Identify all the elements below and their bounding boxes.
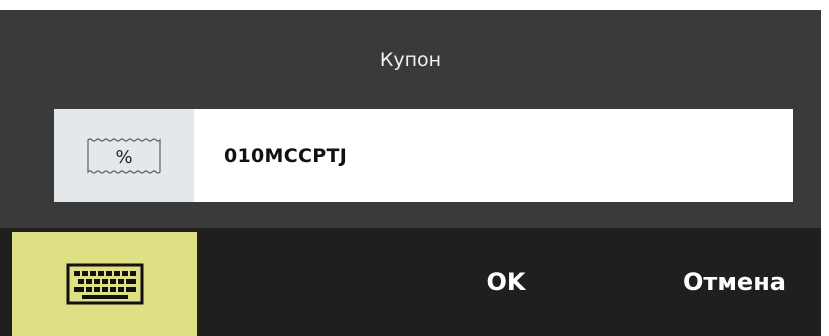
keyboard-button[interactable] — [12, 232, 197, 336]
coupon-prefix: % — [54, 109, 194, 202]
keyboard-icon — [66, 263, 143, 305]
dialog-toolbar: OK Отмена — [0, 228, 821, 336]
coupon-code-value[interactable]: 010MCCPTJ — [194, 109, 793, 202]
dialog-title: Купон — [379, 49, 442, 71]
coupon-percent-symbol: % — [115, 147, 132, 168]
ok-button[interactable]: OK — [456, 228, 556, 336]
cancel-button[interactable]: Отмена — [648, 228, 821, 336]
coupon-dialog: Купон % 010MCCPTJ OK Отмена — [0, 10, 821, 336]
coupon-field[interactable]: % 010MCCPTJ — [54, 109, 793, 202]
coupon-ticket-icon: % — [87, 137, 161, 174]
